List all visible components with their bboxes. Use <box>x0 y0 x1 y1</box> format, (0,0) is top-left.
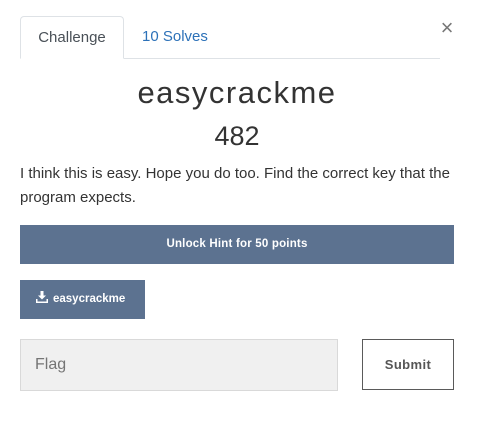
download-icon <box>36 291 48 303</box>
flag-input[interactable] <box>20 339 338 391</box>
file-name: easycrackme <box>53 293 126 305</box>
tab-solves[interactable]: 10 Solves <box>142 16 208 58</box>
challenge-name: easycrackme <box>137 75 337 110</box>
unlock-hint-button[interactable]: Unlock Hint for 50 points <box>20 225 454 264</box>
challenge-value: 482 <box>214 121 260 151</box>
tab-challenge[interactable]: Challenge <box>20 16 124 59</box>
challenge-description: I think this is easy. Hope you do too. F… <box>20 165 450 206</box>
submit-button[interactable]: Submit <box>362 339 454 390</box>
download-file-button[interactable]: easycrackme <box>20 280 145 319</box>
close-icon[interactable]: × <box>437 16 457 40</box>
challenge-tabs: Challenge 10 Solves <box>20 16 440 59</box>
